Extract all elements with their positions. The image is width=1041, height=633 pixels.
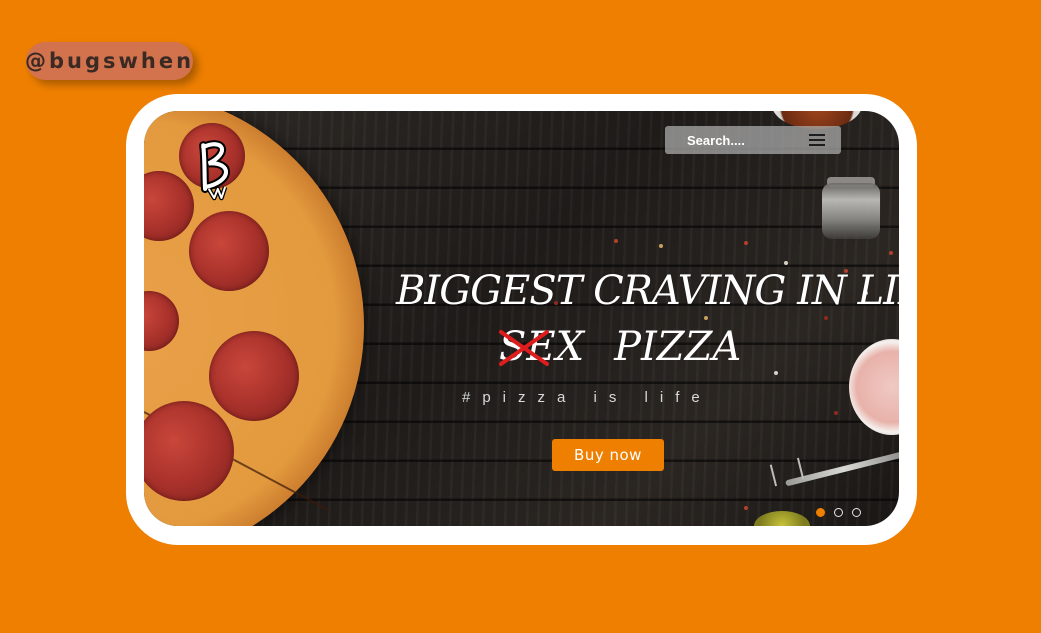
search-input[interactable] [685,131,799,149]
menu-icon-bar [809,144,825,146]
watermark-handle: @bugswhen [24,49,195,73]
carousel-dots [816,508,861,517]
hero-subheadline: SEX PIZZA [499,324,742,370]
brand-logo-mark [199,140,230,201]
spice-speck [744,241,748,245]
menu-icon[interactable] [809,134,825,146]
spice-speck [824,316,828,320]
hero-screen: BIGGEST CRAVING IN LIFE. SEX PIZZA #pizz… [144,111,899,526]
spice-speck [889,251,893,255]
watermark-badge: @bugswhen [24,42,195,80]
spice-speck [774,371,778,375]
spice-speck [659,244,663,248]
carousel-dot-2[interactable] [834,508,843,517]
search-bar[interactable] [665,126,841,154]
struck-word: SEX [499,324,584,370]
carousel-dot-3[interactable] [852,508,861,517]
buy-now-button[interactable]: Buy now [552,439,664,471]
menu-icon-bar [809,139,825,141]
salt-jar [822,183,880,239]
herb-bowl [754,511,810,526]
spice-speck [834,411,838,415]
spice-speck [784,261,788,265]
red-cross-icon [499,330,549,366]
menu-icon-bar [809,134,825,136]
pepperoni [209,331,299,421]
brand-logo-icon[interactable] [196,135,236,201]
spice-speck [704,316,708,320]
fork [785,451,899,487]
spice-speck [614,239,618,243]
hero-headline: BIGGEST CRAVING IN LIFE. [396,268,899,314]
carousel-dot-1[interactable] [816,508,825,517]
replacement-word: PIZZA [614,324,742,370]
spice-speck [744,506,748,510]
pepperoni [189,211,269,291]
hero-tagline: #pizza is life [462,389,712,406]
pink-salt-bowl [849,339,899,435]
